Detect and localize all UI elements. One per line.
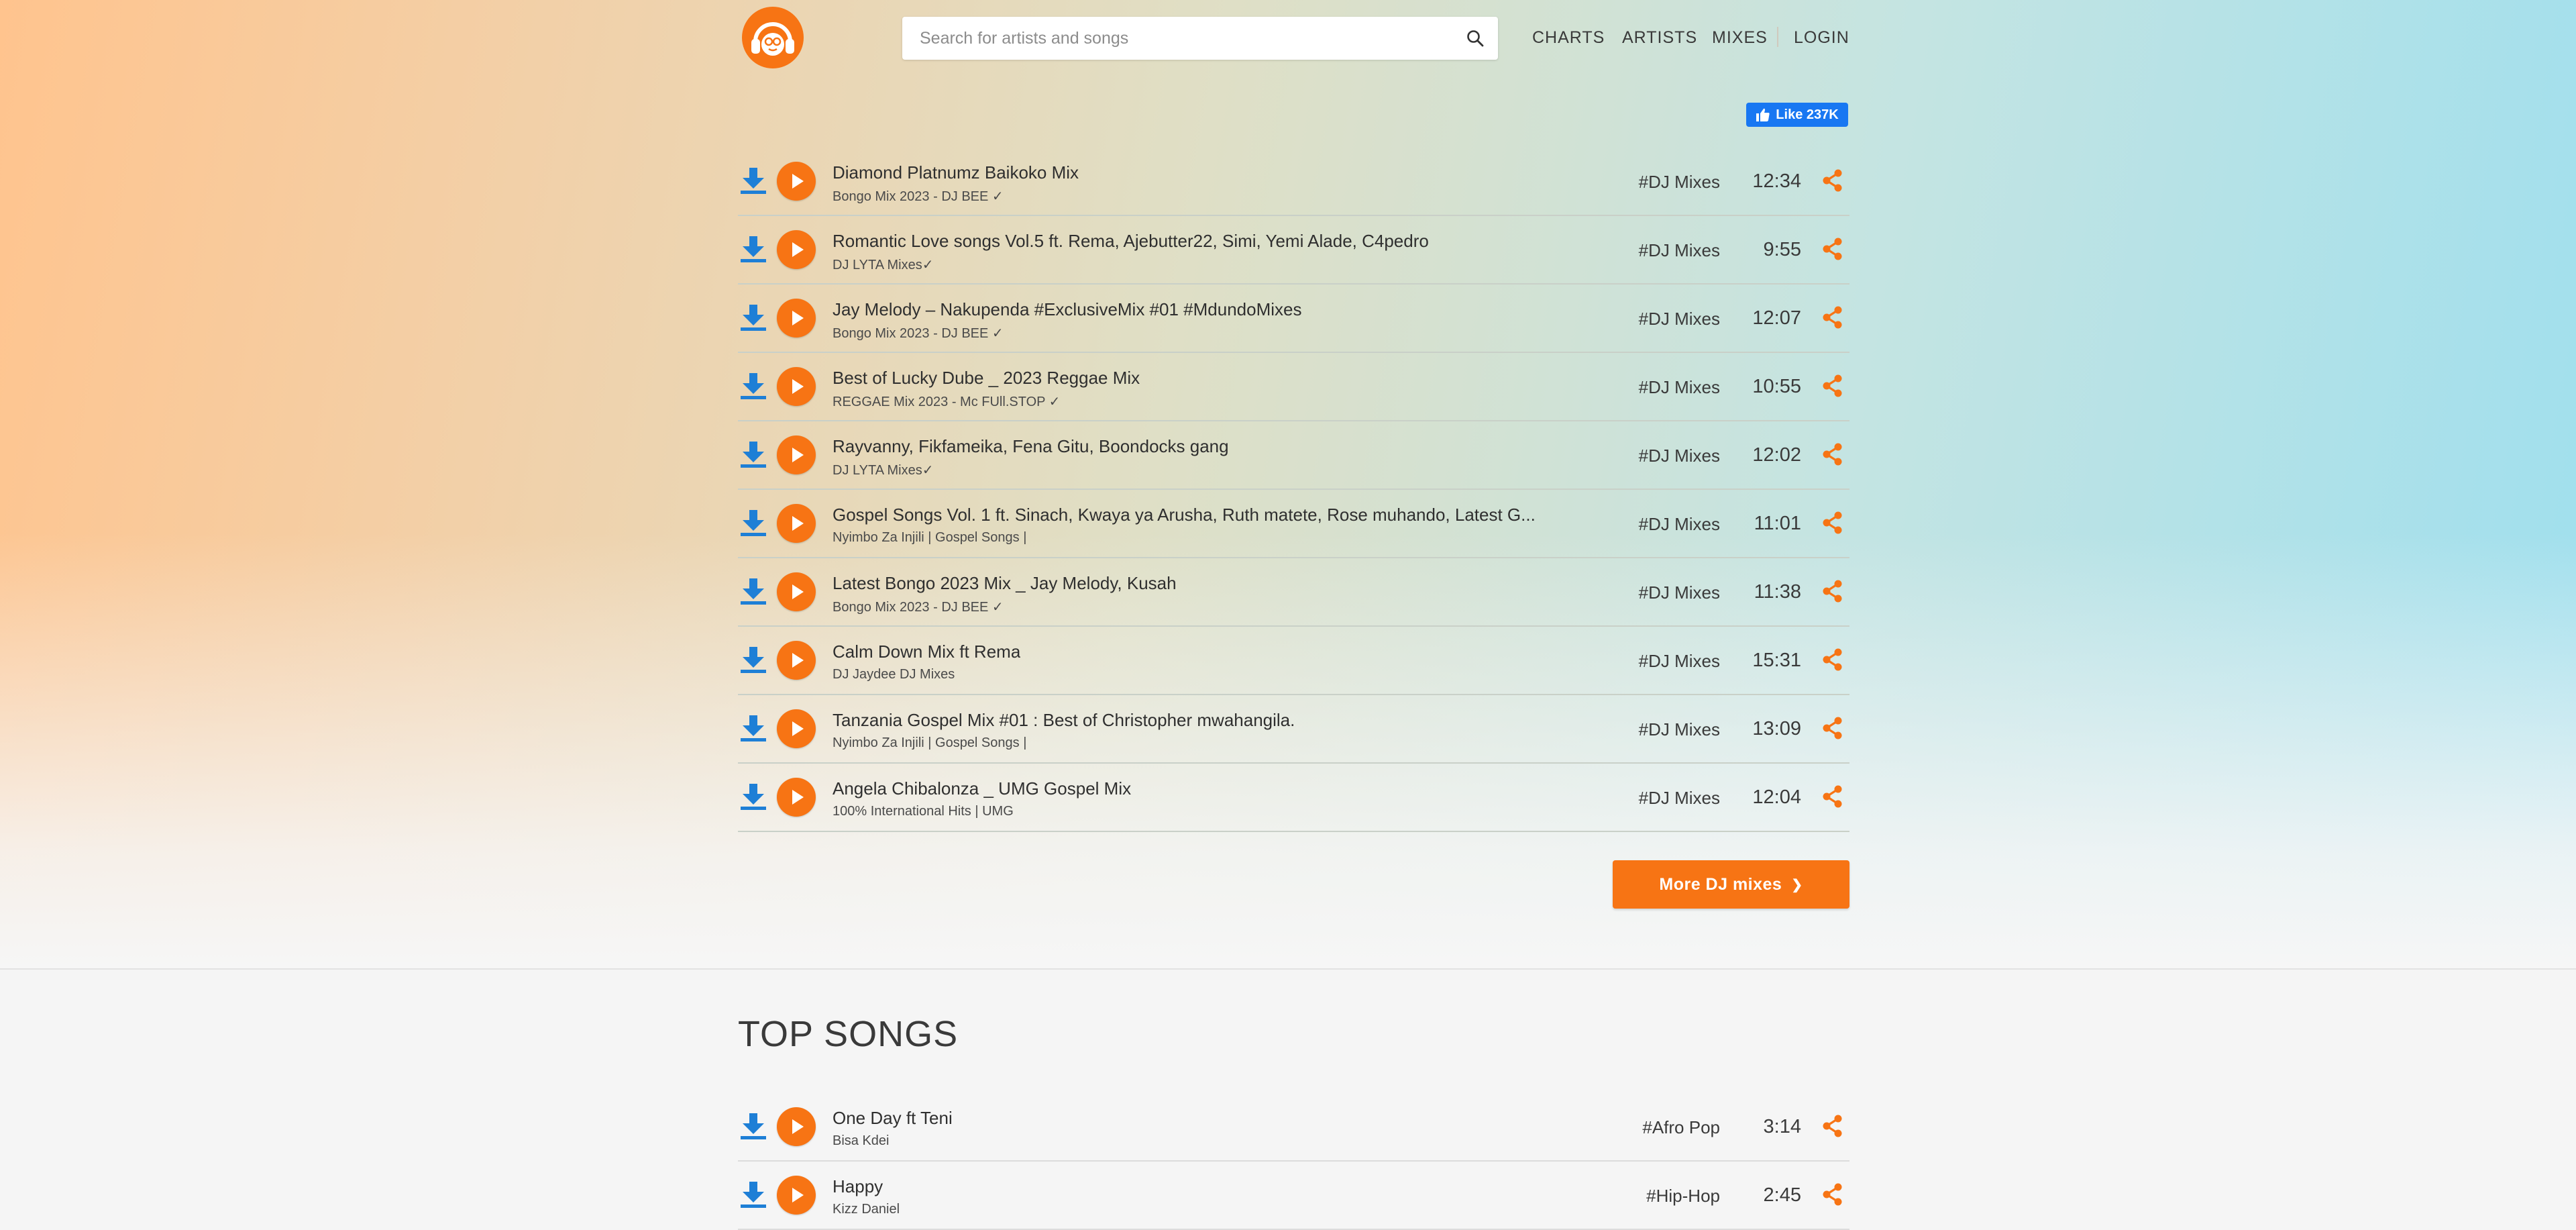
download-icon[interactable] <box>738 1111 769 1141</box>
track-title[interactable]: Happy <box>833 1176 883 1197</box>
section-title-top-songs: TOP SONGS <box>738 1014 959 1054</box>
share-icon[interactable] <box>1820 1113 1845 1139</box>
track-duration: 3:14 <box>1763 1116 1801 1137</box>
track-artist: Bisa Kdei <box>833 1133 890 1148</box>
song-row: One Day ft Teni Bisa Kdei #Afro Pop 3:14 <box>738 1092 1849 1162</box>
share-icon[interactable] <box>1820 1182 1845 1207</box>
track-artist: Kizz Daniel <box>833 1202 900 1217</box>
play-button[interactable] <box>777 1176 816 1215</box>
top-songs-section: TOP SONGS One Day ft Teni Bisa Kdei #Afro … <box>738 0 1849 1230</box>
genre-tag[interactable]: #Hip-Hop <box>1646 1186 1720 1207</box>
genre-tag[interactable]: #Afro Pop <box>1642 1117 1720 1138</box>
song-row: Happy Kizz Daniel #Hip-Hop 2:45 <box>738 1160 1849 1230</box>
track-duration: 2:45 <box>1763 1184 1801 1206</box>
download-icon[interactable] <box>738 1179 769 1210</box>
track-title[interactable]: One Day ft Teni <box>833 1108 953 1129</box>
play-button[interactable] <box>777 1107 816 1146</box>
